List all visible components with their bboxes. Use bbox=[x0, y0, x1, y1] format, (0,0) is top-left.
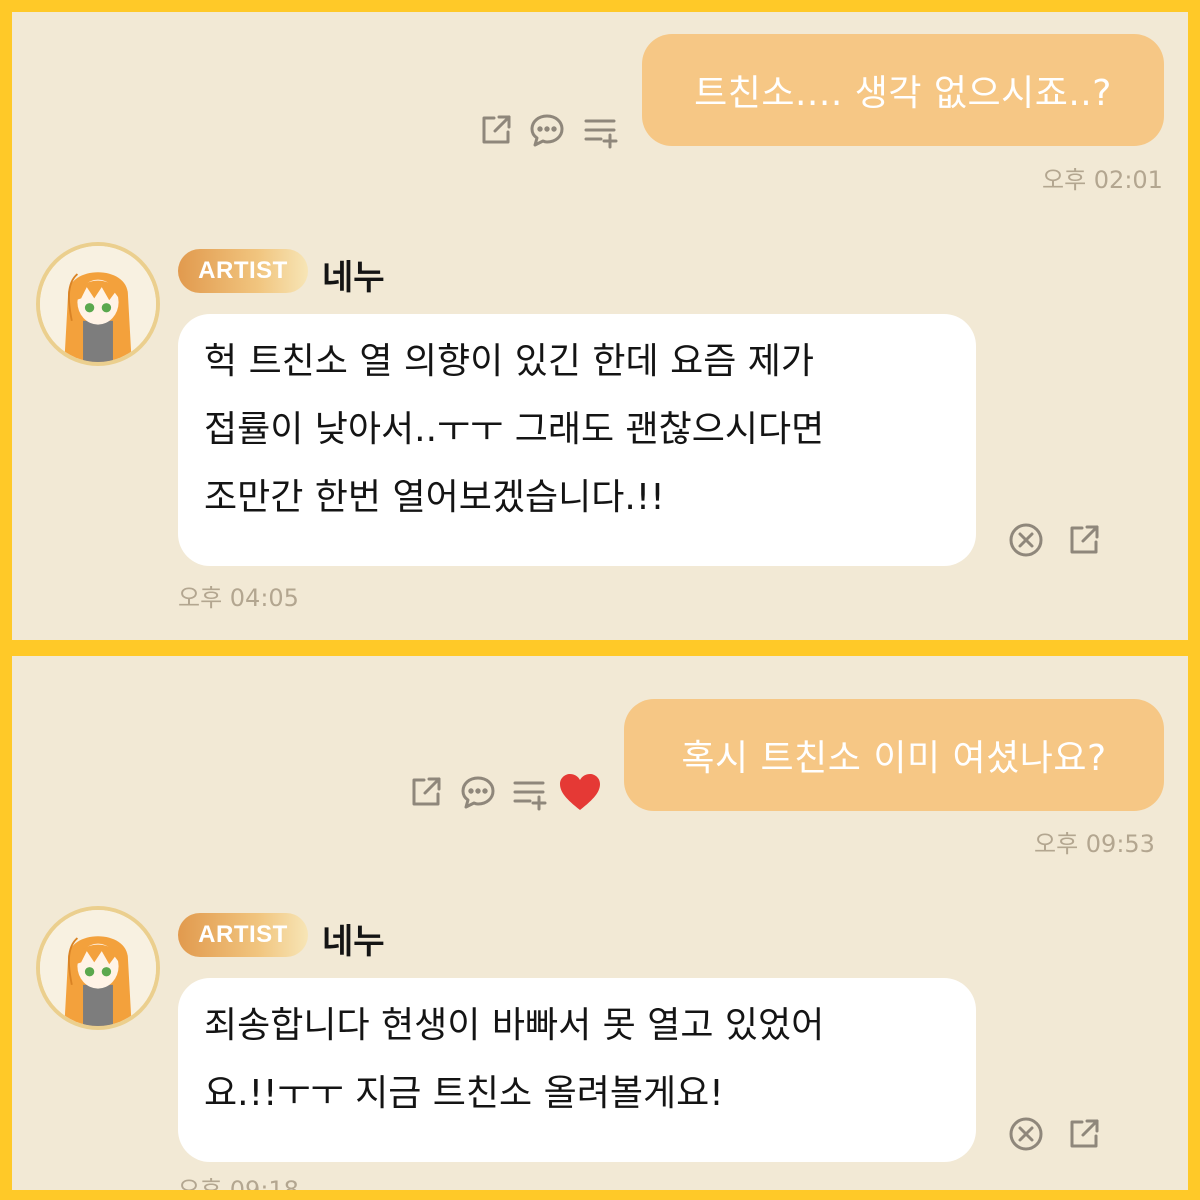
sent-timestamp: 오후 09:53 bbox=[1034, 830, 1155, 858]
close-circle-icon[interactable] bbox=[1008, 1116, 1044, 1152]
avatar[interactable] bbox=[36, 906, 160, 1030]
reply-bubble-icon[interactable] bbox=[460, 774, 496, 810]
add-to-list-icon[interactable] bbox=[583, 114, 619, 150]
sender-name[interactable]: 네누 bbox=[322, 914, 385, 963]
artist-badge: ARTIST bbox=[178, 249, 308, 293]
reply-bubble-icon[interactable] bbox=[529, 112, 565, 148]
sent-message-bubble[interactable]: 트친소.... 생각 없으시죠..? bbox=[642, 34, 1164, 146]
avatar[interactable] bbox=[36, 242, 160, 366]
add-to-list-icon[interactable] bbox=[512, 776, 548, 812]
received-timestamp: 오후 09:18 bbox=[178, 1176, 299, 1190]
chat-panel-1: 트친소.... 생각 없으시죠..? 오후 02:01 ARTIST 네누 헉 … bbox=[12, 12, 1188, 640]
message-line: 요.!!ㅜㅜ 지금 트친소 올려볼게요! bbox=[204, 1073, 724, 1114]
share-icon[interactable] bbox=[1066, 522, 1102, 558]
sender-name[interactable]: 네누 bbox=[322, 250, 385, 299]
artist-badge: ARTIST bbox=[178, 913, 308, 957]
close-circle-icon[interactable] bbox=[1008, 522, 1044, 558]
sent-message-bubble[interactable]: 혹시 트친소 이미 여셨나요? bbox=[624, 699, 1164, 811]
message-line: 접률이 낮아서..ㅜㅜ 그래도 괜찮으시다면 bbox=[204, 409, 825, 450]
chat-panel-2: 혹시 트친소 이미 여셨나요? 오후 09:53 ARTIST 네누 죄송합니다… bbox=[12, 656, 1188, 1190]
share-icon[interactable] bbox=[478, 112, 514, 148]
heart-icon[interactable] bbox=[558, 772, 602, 812]
received-timestamp: 오후 04:05 bbox=[178, 584, 299, 612]
message-line: 죄송합니다 현생이 바빠서 못 열고 있었어 bbox=[204, 1005, 825, 1046]
share-icon[interactable] bbox=[1066, 1116, 1102, 1152]
received-message-bubble[interactable]: 죄송합니다 현생이 바빠서 못 열고 있었어 요.!!ㅜㅜ 지금 트친소 올려볼… bbox=[178, 978, 976, 1162]
message-line: 조만간 한번 열어보겠습니다.!! bbox=[204, 477, 665, 518]
sent-timestamp: 오후 02:01 bbox=[1042, 166, 1163, 194]
message-line: 헉 트친소 열 의향이 있긴 한데 요즘 제가 bbox=[204, 341, 815, 382]
received-message-bubble[interactable]: 헉 트친소 열 의향이 있긴 한데 요즘 제가 접률이 낮아서..ㅜㅜ 그래도 … bbox=[178, 314, 976, 566]
share-icon[interactable] bbox=[408, 774, 444, 810]
